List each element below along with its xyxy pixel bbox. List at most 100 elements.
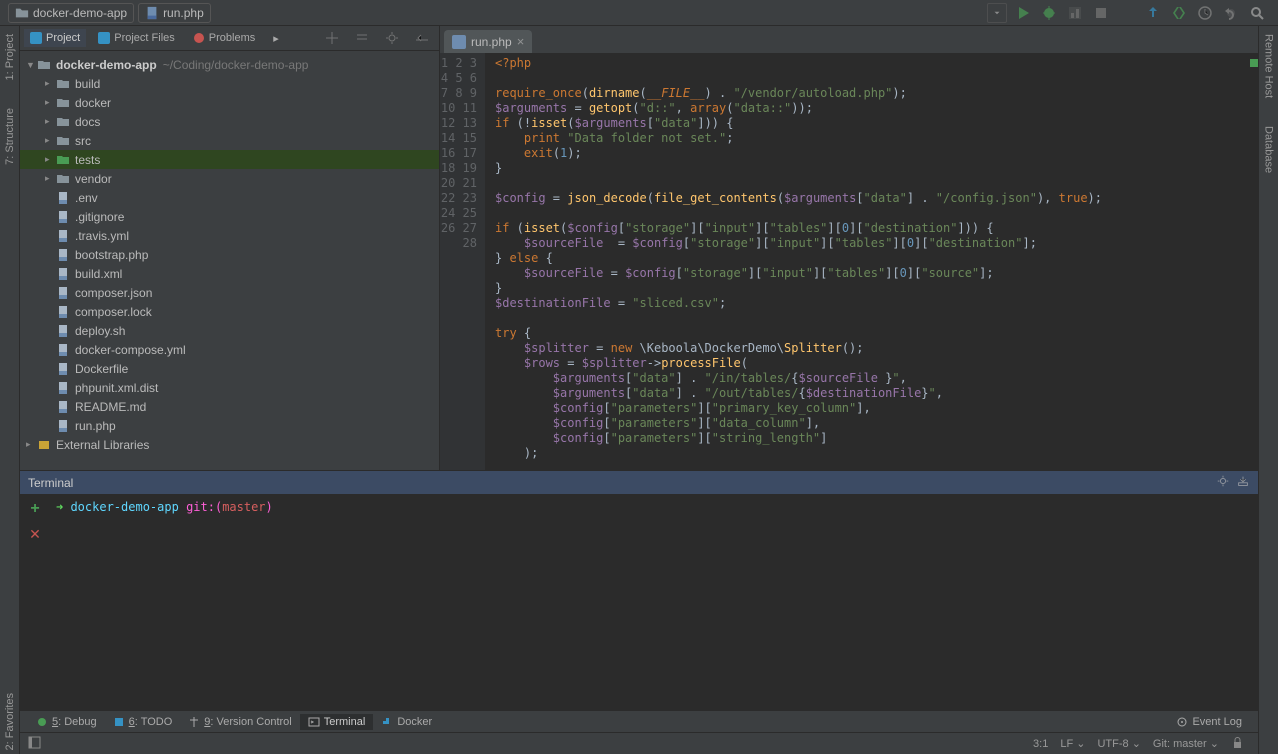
tree-file[interactable]: bootstrap.php <box>20 245 439 264</box>
tree-folder-docker[interactable]: ▸docker <box>20 93 439 112</box>
tree-file[interactable]: deploy.sh <box>20 321 439 340</box>
run-config-dropdown[interactable] <box>987 3 1007 23</box>
project-panel: Project Project Files Problems ▸ ▼ docke… <box>20 26 440 470</box>
tree-folder-tests[interactable]: ▸tests <box>20 150 439 169</box>
tab-more-arrow[interactable]: ▸ <box>267 29 285 48</box>
tree-file[interactable]: .env <box>20 188 439 207</box>
vcs-history-icon[interactable] <box>1195 3 1215 23</box>
navigation-bar: docker-demo-app run.php <box>0 0 1278 26</box>
btab-terminal-label: Terminal <box>324 716 366 728</box>
tree-external-libs[interactable]: ▸ External Libraries <box>20 435 439 454</box>
inspection-indicator[interactable] <box>1250 59 1258 67</box>
stop-icon[interactable] <box>1091 3 1111 23</box>
tree-folder-label: docker <box>75 96 111 110</box>
tool-project[interactable]: 1: Project <box>4 30 16 84</box>
breadcrumb-file-label: run.php <box>163 6 204 20</box>
scroll-from-source-icon[interactable] <box>322 28 342 48</box>
editor-body[interactable]: 1 2 3 4 5 6 7 8 9 10 11 12 13 14 15 16 1… <box>440 53 1258 470</box>
collapse-all-icon[interactable] <box>352 28 372 48</box>
btab-debug[interactable]: 5: Debug <box>28 714 105 730</box>
tree-file-label: bootstrap.php <box>75 248 148 262</box>
terminal-header[interactable]: Terminal <box>20 471 1258 494</box>
vcs-update-icon[interactable] <box>1143 3 1163 23</box>
tree-folder-build[interactable]: ▸build <box>20 74 439 93</box>
status-lock-icon[interactable] <box>1225 736 1250 752</box>
close-session-icon[interactable]: ✕ <box>29 526 41 543</box>
tree-file[interactable]: phpunit.xml.dist <box>20 378 439 397</box>
editor-code[interactable]: <?php require_once(dirname(__FILE__) . "… <box>485 53 1258 470</box>
status-toggle-icon[interactable] <box>28 736 41 752</box>
terminal-git-close: ) <box>266 500 273 514</box>
close-icon[interactable]: × <box>517 34 525 49</box>
tree-folder-vendor[interactable]: ▸vendor <box>20 169 439 188</box>
hide-icon[interactable] <box>412 28 432 48</box>
vcs-commit-icon[interactable] <box>1169 3 1189 23</box>
btab-event-log-label: Event Log <box>1192 716 1242 728</box>
vcs-revert-icon[interactable] <box>1221 3 1241 23</box>
tool-remote-host[interactable]: Remote Host <box>1263 30 1275 102</box>
tree-folder-label: build <box>75 77 100 91</box>
status-caret-pos[interactable]: 3:1 <box>1027 738 1054 750</box>
terminal-settings-icon[interactable] <box>1216 474 1230 491</box>
btab-docker[interactable]: Docker <box>373 714 440 730</box>
tree-folder-src[interactable]: ▸src <box>20 131 439 150</box>
terminal-branch: master <box>222 500 265 514</box>
tree-file-label: .gitignore <box>75 210 124 224</box>
terminal-gutter: + ✕ <box>20 494 50 710</box>
tree-root-path: ~/Coding/docker-demo-app <box>163 58 309 72</box>
tab-project[interactable]: Project <box>24 29 86 47</box>
terminal-content[interactable]: ➜ docker-demo-app git:(master) <box>50 494 1258 710</box>
toolbar-divider <box>1117 3 1137 23</box>
debug-icon[interactable] <box>1039 3 1059 23</box>
settings-icon[interactable] <box>382 28 402 48</box>
btab-event-log[interactable]: Event Log <box>1168 714 1250 730</box>
tree-file-label: composer.lock <box>75 305 152 319</box>
tree-file-label: deploy.sh <box>75 324 125 338</box>
tree-file[interactable]: Dockerfile <box>20 359 439 378</box>
status-line-ending[interactable]: LF ⌄ <box>1054 737 1091 750</box>
tree-file[interactable]: composer.lock <box>20 302 439 321</box>
tree-file[interactable]: .gitignore <box>20 207 439 226</box>
tree-file[interactable]: README.md <box>20 397 439 416</box>
tree-file[interactable]: docker-compose.yml <box>20 340 439 359</box>
run-icon[interactable] <box>1013 3 1033 23</box>
tree-file-label: docker-compose.yml <box>75 343 186 357</box>
editor-tab-runphp[interactable]: run.php × <box>444 30 532 53</box>
new-session-icon[interactable]: + <box>30 500 39 518</box>
tree-folder-docs[interactable]: ▸docs <box>20 112 439 131</box>
tree-file-label: README.md <box>75 400 146 414</box>
tree-root[interactable]: ▼ docker-demo-app ~/Coding/docker-demo-a… <box>20 55 439 74</box>
tree-file[interactable]: build.xml <box>20 264 439 283</box>
status-encoding[interactable]: UTF-8 ⌄ <box>1091 737 1146 750</box>
editor-tab-label: run.php <box>471 35 512 49</box>
tab-project-files-label: Project Files <box>114 32 175 44</box>
search-everywhere-icon[interactable] <box>1247 3 1267 23</box>
tab-problems-label: Problems <box>209 32 255 44</box>
tree-file[interactable]: composer.json <box>20 283 439 302</box>
tree-file-label: Dockerfile <box>75 362 128 376</box>
tree-file-label: build.xml <box>75 267 122 281</box>
tree-folder-label: tests <box>75 153 100 167</box>
tool-structure[interactable]: 7: Structure <box>4 104 16 169</box>
terminal-hide-icon[interactable] <box>1236 474 1250 491</box>
project-tree[interactable]: ▼ docker-demo-app ~/Coding/docker-demo-a… <box>20 51 439 470</box>
tree-folder-label: src <box>75 134 91 148</box>
tree-folder-label: vendor <box>75 172 112 186</box>
btab-terminal[interactable]: Terminal <box>300 714 374 730</box>
breadcrumb-project[interactable]: docker-demo-app <box>8 3 134 23</box>
breadcrumb-file[interactable]: run.php <box>138 3 211 23</box>
tree-file-label: .env <box>75 191 98 205</box>
tab-project-files[interactable]: Project Files <box>92 29 181 47</box>
right-tool-strip: Remote Host Database <box>1258 26 1278 754</box>
btab-docker-label: Docker <box>397 716 432 728</box>
coverage-icon[interactable] <box>1065 3 1085 23</box>
tool-database[interactable]: Database <box>1263 122 1275 177</box>
btab-vcs[interactable]: 9: Version Control <box>180 714 299 730</box>
status-git-branch[interactable]: Git: master ⌄ <box>1147 737 1225 750</box>
tree-file[interactable]: .travis.yml <box>20 226 439 245</box>
btab-todo[interactable]: 6: TODO <box>105 714 181 730</box>
tool-favorites[interactable]: 2: Favorites <box>4 689 16 754</box>
tab-problems[interactable]: Problems <box>187 29 261 47</box>
tree-file[interactable]: run.php <box>20 416 439 435</box>
editor-gutter: 1 2 3 4 5 6 7 8 9 10 11 12 13 14 15 16 1… <box>440 53 485 470</box>
